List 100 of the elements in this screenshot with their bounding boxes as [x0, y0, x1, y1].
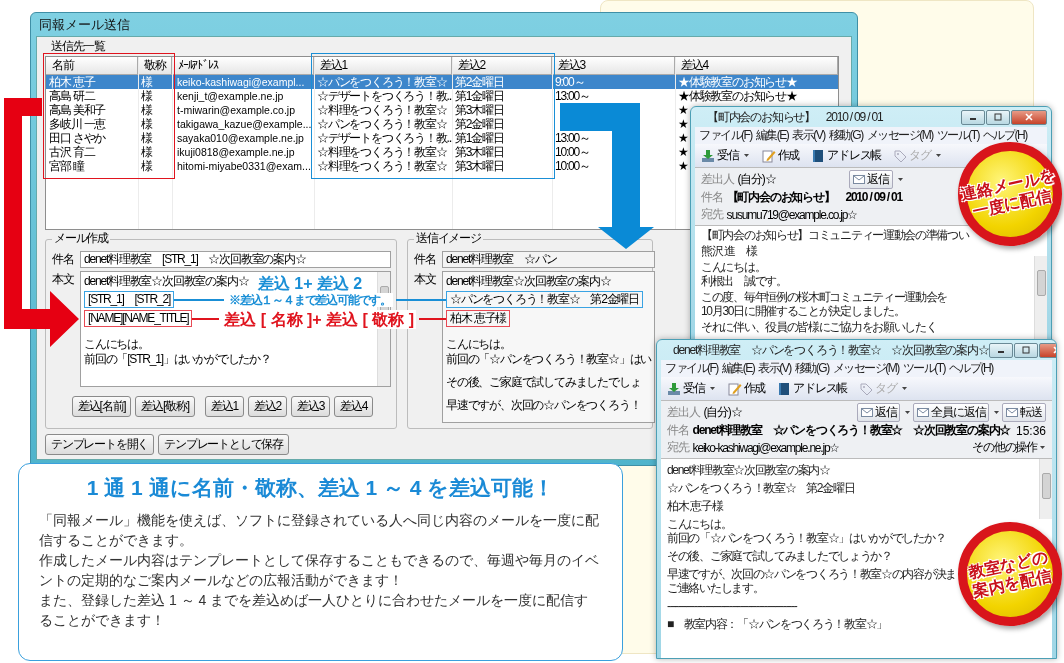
table-cell[interactable]: 古沢 育二 [46, 145, 98, 159]
reply-button[interactable]: 返信 [856, 403, 901, 422]
table-cell[interactable]: ★ [675, 117, 691, 131]
table-cell[interactable]: ★ [675, 159, 691, 173]
table-cell[interactable]: 様 [138, 131, 155, 145]
reply-button[interactable]: 転送 [1002, 403, 1046, 422]
toolbar-button[interactable]: 作成 [725, 379, 768, 398]
toolbar-button[interactable]: 作成 [759, 146, 802, 165]
menu-item[interactable]: 移動(G) [794, 361, 829, 376]
table-cell[interactable]: 様 [138, 89, 155, 103]
menu-item[interactable]: ヘルプ(H) [949, 361, 993, 376]
table-cell[interactable]: ★体験教室のお知らせ★ [675, 89, 800, 103]
table-cell[interactable]: 9:00～ [552, 75, 675, 89]
table-cell[interactable]: kenji_t@example.ne.jp [172, 89, 287, 103]
menu-item[interactable]: 表示(V) [758, 361, 791, 376]
table-cell[interactable]: 高島 研二 [46, 89, 98, 103]
template-button[interactable]: テンプレートを開く [45, 434, 155, 455]
table-cell[interactable]: hitomi-miyabe0331@exam... [172, 159, 314, 173]
menu-item[interactable]: ヘルプ(H) [983, 128, 1027, 143]
table-cell[interactable]: ★ [675, 131, 691, 145]
body-line: ☆パンをつくろう！教室☆ 第2金曜日 [667, 481, 855, 495]
subject-text: 【町内会のお知らせ】 2010 / 09 / 01 [726, 189, 902, 206]
table-cell[interactable]: 第3木曜日 [452, 159, 507, 173]
window-title: denet料理教室 ☆パンをつくろう！教室☆ ☆次回教室の案内☆ [673, 341, 989, 359]
body-line: その後、ご家庭で試してみましたでしょうか？ [667, 549, 892, 563]
table-cell[interactable]: 10:00～ [552, 159, 593, 173]
table-cell[interactable]: ★ [675, 145, 691, 159]
field-label: 宛先 [701, 206, 723, 223]
tag-icon [893, 148, 908, 163]
table-cell[interactable]: 様 [138, 75, 172, 89]
menu-item[interactable]: 編集(E) [755, 128, 789, 143]
scrollbar[interactable] [1034, 256, 1047, 340]
table-cell[interactable]: 様 [138, 103, 155, 117]
reply-button[interactable]: 全員に返信 [913, 403, 990, 422]
menu-item[interactable]: 編集(E) [721, 361, 755, 376]
table-cell[interactable]: takigawa_kazue@example... [172, 117, 315, 131]
table-cell[interactable]: ★体験教室のお知らせ★ [675, 75, 838, 89]
menu-item[interactable]: ツール(T) [936, 128, 979, 143]
insert-button[interactable]: 差込4 [334, 396, 374, 417]
insert-button[interactable]: 差込1 [204, 396, 244, 417]
minimize-button[interactable] [961, 109, 985, 125]
menu-item[interactable]: メッセージ(M) [866, 128, 933, 143]
reply-button[interactable]: 返信 [849, 170, 893, 189]
table-cell[interactable]: 様 [138, 159, 155, 173]
table-cell[interactable]: ☆料理をつくろう！教室☆ [314, 103, 450, 117]
menu-item[interactable]: ツール(T) [902, 361, 945, 376]
section-label: 送信先一覧 [51, 39, 105, 54]
subject-field[interactable]: denet料理教室 [STR_1] ☆次回教室の案内☆ [80, 251, 391, 268]
table-cell[interactable]: ☆パンをつくろう！教室☆ [314, 75, 452, 89]
table-cell[interactable]: 高島 美和子 [46, 103, 109, 117]
toolbar-button[interactable]: 受信 [665, 379, 718, 398]
scrollbar[interactable] [1039, 459, 1052, 519]
maximize-icon [1020, 345, 1031, 355]
table-cell[interactable]: 様 [138, 117, 155, 131]
insert-button[interactable]: 差込3 [291, 396, 331, 417]
toolbar-button[interactable]: 受信 [699, 146, 752, 165]
table-cell[interactable]: 多岐川 一恵 [46, 117, 109, 131]
insert-button[interactable]: 差込[名前] [72, 396, 132, 417]
table-cell[interactable]: 13:00～ [552, 89, 593, 103]
field-label: 件名 [51, 251, 75, 268]
insert-button[interactable]: 差込[敬称] [135, 396, 195, 417]
minimize-button[interactable] [988, 342, 1013, 358]
table-cell[interactable]: 柏木 恵子 [46, 75, 138, 89]
menu-item[interactable]: 表示(V) [792, 128, 825, 143]
table-cell[interactable]: 第2金曜日 [452, 75, 552, 89]
table-cell[interactable]: 第2金曜日 [452, 117, 507, 131]
table-cell[interactable]: 田口 さやか [46, 131, 109, 145]
more-actions-button[interactable]: その他の操作 [972, 439, 1046, 456]
table-cell[interactable]: sayaka010@example.ne.jp [172, 131, 307, 145]
menu-item[interactable]: ファイル(F) [699, 128, 752, 143]
body-text-area[interactable]: denet料理教室☆次回教室の案内☆ ☆パンをつくろう！教室☆ 第2金曜日 柏木 恵子様 こんにちは。 前回の「☆パンをつくろう！教室☆」はい その後、ご家庭で試してみましたでしょ 早速ですが、次回の☆パンをつくろう！ [442, 271, 656, 423]
menu-item[interactable]: メッセージ(M) [832, 361, 899, 376]
field-label: 差出人 [701, 171, 734, 188]
download-icon [667, 381, 681, 396]
menu-item[interactable]: 移動(G) [828, 128, 863, 143]
table-cell[interactable]: keiko-kashiwagi@exampl... [172, 75, 314, 89]
close-button[interactable] [1011, 109, 1047, 125]
table-cell[interactable]: ★ [675, 103, 691, 117]
time-text: 15:36 [1015, 423, 1046, 438]
insert-button[interactable]: 差込2 [248, 396, 288, 417]
template-button[interactable]: テンプレートとして保存 [158, 434, 289, 455]
table-cell[interactable]: 第3木曜日 [452, 145, 507, 159]
pencil-icon [761, 148, 776, 163]
menu-item[interactable]: ファイル(F) [665, 361, 718, 376]
table-cell[interactable]: ☆料理をつくろう！教室☆ [314, 145, 450, 159]
table-cell[interactable]: ☆パンをつくろう！教室☆ [314, 117, 450, 131]
table-cell[interactable]: 10:00～ [552, 145, 593, 159]
table-cell[interactable]: ikuji0818@example.ne.jp [172, 145, 298, 159]
table-cell[interactable]: 様 [138, 145, 155, 159]
body-line: それに伴い、役員の皆様にご協力をお願いしたく [701, 320, 937, 334]
table-cell[interactable]: 第3木曜日 [452, 103, 507, 117]
table-cell[interactable]: 13:00～ [552, 131, 593, 145]
toolbar-button[interactable]: アドレス帳 [775, 379, 850, 398]
table-cell[interactable]: ☆料理をつくろう！教室☆ [314, 159, 450, 173]
subject-field[interactable]: denet料理教室 ☆パン [442, 251, 656, 268]
table-cell[interactable]: t-miwarin@example.co.jp [172, 103, 299, 117]
table-cell[interactable]: 宮部 瞳 [46, 159, 87, 173]
body-line: 10月30日に開催することが決定しました。 [701, 304, 905, 318]
body-line: こんにちは。 [701, 260, 766, 274]
toolbar-button[interactable]: アドレス帳 [809, 146, 884, 165]
